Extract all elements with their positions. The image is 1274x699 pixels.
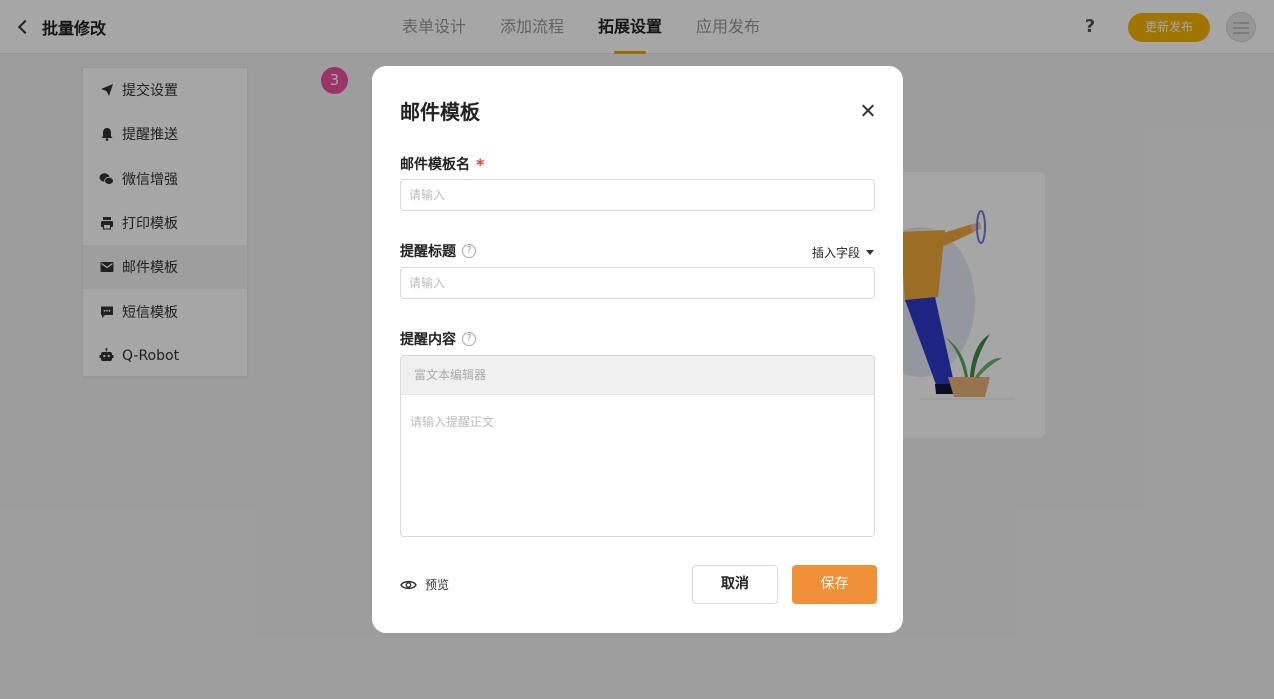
dialog-title: 邮件模板: [400, 100, 480, 124]
insert-field-label: 插入字段: [812, 246, 861, 260]
save-button[interactable]: 保存: [792, 565, 877, 604]
subject-input[interactable]: [400, 267, 875, 299]
template-name-label: 邮件模板名 *: [400, 154, 484, 174]
preview-button[interactable]: 预览: [400, 576, 449, 593]
close-icon[interactable]: [857, 100, 879, 122]
rich-text-editor: 富文本编辑器: [400, 355, 875, 537]
template-name-label-text: 邮件模板名: [400, 157, 470, 173]
required-mark: *: [476, 154, 485, 174]
subject-label: 提醒标题 ?: [400, 241, 476, 261]
template-name-input[interactable]: [400, 179, 875, 211]
help-circle-icon[interactable]: ?: [462, 332, 476, 346]
eye-icon: [400, 580, 417, 589]
content-label-text: 提醒内容: [400, 332, 456, 348]
editor-toolbar[interactable]: 富文本编辑器: [401, 356, 874, 395]
content-textarea[interactable]: [401, 395, 874, 536]
cancel-button[interactable]: 取消: [692, 565, 778, 604]
help-circle-icon[interactable]: ?: [462, 244, 476, 258]
preview-label: 预览: [425, 578, 450, 592]
mail-template-dialog: 邮件模板 邮件模板名 * 提醒标题 ? 插入字段 提醒内容 ? 富文本编辑器 预…: [372, 66, 903, 633]
content-label: 提醒内容 ?: [400, 329, 476, 349]
insert-field-dropdown[interactable]: 插入字段: [812, 244, 875, 261]
caret-down-icon: [866, 250, 875, 255]
subject-label-text: 提醒标题: [400, 244, 456, 260]
